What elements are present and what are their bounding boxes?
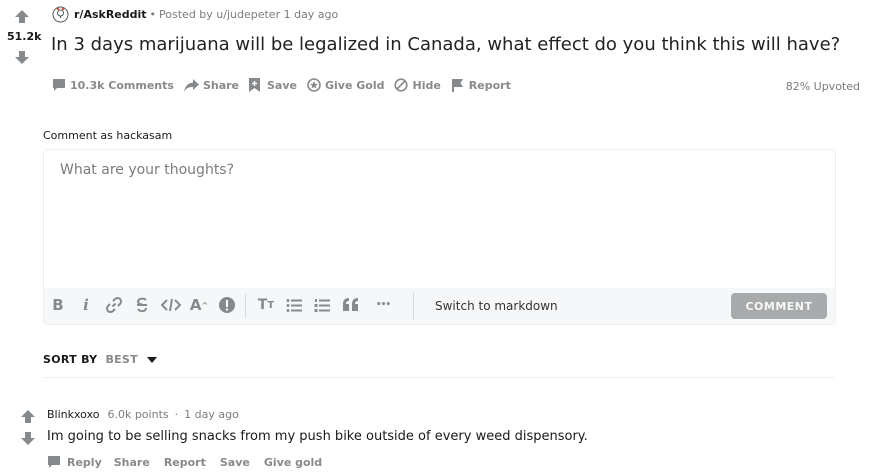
upvote-button[interactable] (12, 9, 32, 23)
reply-label: Reply (67, 455, 102, 469)
downvote-arrow-icon (15, 50, 29, 64)
bulleted-list-icon (286, 298, 302, 312)
meta-separator: • (149, 8, 157, 21)
heading-small-mark: T (267, 299, 275, 311)
comment-report-button[interactable]: Report (164, 456, 206, 469)
italic-button[interactable]: i (78, 296, 94, 314)
quote-icon (343, 298, 358, 311)
flag-icon (451, 79, 463, 92)
superscript-label: A (189, 296, 202, 314)
meta-dot: · (174, 408, 179, 421)
bulleted-list-button[interactable] (285, 296, 303, 314)
caret-down-icon (146, 356, 157, 363)
comment-textarea[interactable]: What are your thoughts? (60, 162, 234, 178)
share-icon (183, 78, 199, 92)
comment-save-button[interactable]: Save (220, 456, 250, 469)
bookmark-icon (249, 78, 260, 92)
upvote-arrow-icon (15, 9, 29, 23)
share-label: Share (202, 78, 239, 92)
link-button[interactable] (104, 296, 124, 314)
save-label: Save (267, 78, 297, 92)
comment-submit-button[interactable]: COMMENT (731, 293, 827, 319)
comment-icon (53, 79, 65, 91)
downvote-button[interactable] (12, 50, 32, 64)
comment-body: Im going to be selling snacks from my pu… (47, 429, 588, 444)
toolbar-divider (245, 294, 246, 318)
spoiler-alert-icon (219, 297, 235, 313)
report-label: Report (468, 78, 511, 92)
code-button[interactable] (160, 296, 182, 314)
comment-points: 6.0k points (107, 408, 169, 421)
quote-block-button[interactable] (342, 296, 360, 314)
comment-downvote-button[interactable] (18, 431, 38, 445)
downvote-arrow-icon (21, 431, 35, 445)
post-score: 51.2k (7, 30, 42, 43)
upvoted-percentage: 82% Upvoted (785, 80, 860, 93)
give-gold-label: Give Gold (324, 78, 385, 92)
gold-icon (307, 78, 321, 92)
strikethrough-icon (136, 297, 147, 313)
hide-label: Hide (412, 78, 441, 92)
post-meta: r/AskReddit • Posted by u/judepeter 1 da… (52, 6, 338, 23)
comments-button[interactable]: 10.3k Comments (52, 78, 174, 92)
posted-by[interactable]: Posted by u/judepeter 1 day ago (159, 8, 338, 21)
comment-as-label: Comment as hackasam (43, 129, 173, 142)
sort-value: BEST (105, 353, 138, 366)
link-icon (105, 296, 123, 314)
bold-button[interactable]: B (50, 296, 66, 314)
upvote-arrow-icon (21, 409, 35, 423)
hide-icon (394, 78, 409, 92)
code-icon (161, 298, 181, 312)
hide-button[interactable]: Hide (394, 78, 441, 92)
switch-to-markdown-button[interactable]: Switch to markdown (435, 299, 558, 313)
comments-count: 10.3k Comments (70, 78, 174, 92)
comment-box: What are your thoughts? B i A ^ TT ••• S… (43, 149, 836, 325)
post-title[interactable]: In 3 days marijuana will be legalized in… (51, 34, 840, 55)
sort-dropdown[interactable]: SORT BY BEST (43, 353, 157, 366)
heading-label: T (257, 297, 268, 313)
give-gold-button[interactable]: Give Gold (307, 78, 385, 92)
subreddit-link[interactable]: r/AskReddit (74, 8, 147, 21)
sort-label: SORT BY (43, 353, 98, 366)
numbered-list-icon (314, 298, 330, 312)
superscript-mark: ^ (201, 300, 209, 310)
save-button[interactable]: Save (249, 78, 297, 92)
spoiler-button[interactable] (218, 296, 236, 314)
reply-button[interactable]: Reply (47, 455, 102, 469)
subreddit-icon[interactable] (52, 6, 69, 23)
comment-time[interactable]: 1 day ago (184, 408, 239, 421)
editor-toolbar: B i A ^ TT ••• Switch to markdown COMMEN… (44, 288, 835, 324)
report-button[interactable]: Report (451, 78, 511, 92)
more-options-button[interactable]: ••• (372, 296, 394, 314)
comment-icon (48, 456, 60, 468)
heading-button[interactable]: TT (256, 296, 276, 314)
numbered-list-button[interactable] (313, 296, 331, 314)
post-actions: 10.3k Comments Share Save Give Gold Hide… (52, 78, 521, 92)
comment-share-button[interactable]: Share (114, 456, 150, 469)
share-button[interactable]: Share (183, 78, 239, 92)
superscript-button[interactable]: A ^ (189, 295, 209, 315)
comment-give-gold-button[interactable]: Give gold (264, 456, 322, 469)
comment-upvote-button[interactable] (18, 409, 38, 423)
comment-author[interactable]: Blinkxoxo (47, 408, 99, 421)
comment-actions: Reply Share Report Save Give gold (47, 455, 336, 469)
divider (43, 377, 834, 378)
comment-meta: Blinkxoxo 6.0k points · 1 day ago (47, 408, 239, 421)
toolbar-divider-2 (413, 292, 414, 320)
strikethrough-button[interactable] (133, 296, 151, 314)
